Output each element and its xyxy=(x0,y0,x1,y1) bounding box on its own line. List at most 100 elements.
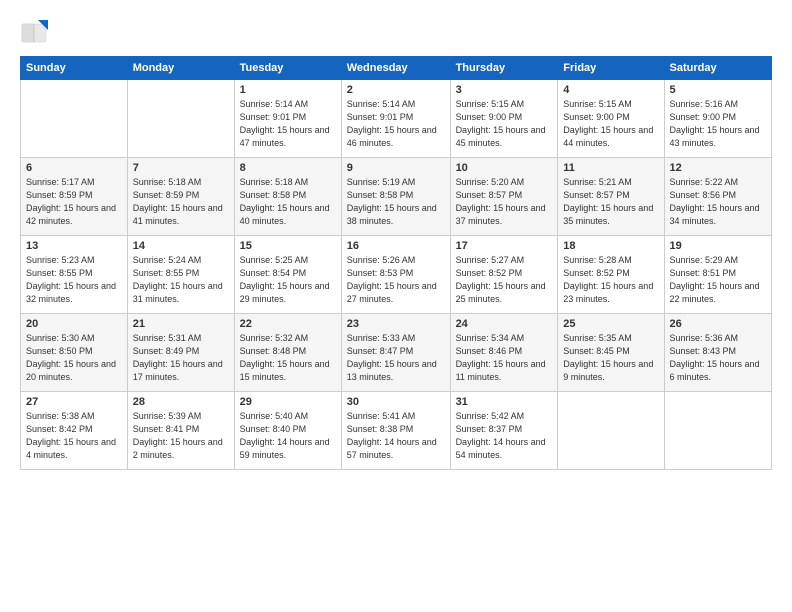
day-cell xyxy=(558,392,664,470)
day-cell: 18 Sunrise: 5:28 AM Sunset: 8:52 PM Dayli… xyxy=(558,236,664,314)
day-cell xyxy=(21,80,128,158)
day-cell: 31 Sunrise: 5:42 AM Sunset: 8:37 PM Dayli… xyxy=(450,392,558,470)
day-info: Sunrise: 5:15 AM Sunset: 9:00 PM Dayligh… xyxy=(456,98,553,150)
day-info: Sunrise: 5:40 AM Sunset: 8:40 PM Dayligh… xyxy=(240,410,336,462)
day-info: Sunrise: 5:31 AM Sunset: 8:49 PM Dayligh… xyxy=(133,332,229,384)
day-number: 10 xyxy=(456,162,553,174)
day-cell: 11 Sunrise: 5:21 AM Sunset: 8:57 PM Dayli… xyxy=(558,158,664,236)
day-info: Sunrise: 5:20 AM Sunset: 8:57 PM Dayligh… xyxy=(456,176,553,228)
day-number: 31 xyxy=(456,396,553,408)
day-cell: 13Sunrise: 5:23 AM Sunset: 8:55 PM Dayli… xyxy=(21,236,128,314)
calendar-page: SundayMondayTuesdayWednesdayThursdayFrid… xyxy=(0,0,792,612)
day-info: Sunrise: 5:36 AM Sunset: 8:43 PM Dayligh… xyxy=(670,332,767,384)
header-monday: Monday xyxy=(127,57,234,80)
day-info: Sunrise: 5:42 AM Sunset: 8:37 PM Dayligh… xyxy=(456,410,553,462)
day-cell: 30Sunrise: 5:41 AM Sunset: 8:38 PM Dayli… xyxy=(341,392,450,470)
day-cell: 5Sunrise: 5:16 AM Sunset: 9:00 PM Daylig… xyxy=(664,80,772,158)
day-number: 27 xyxy=(26,396,122,408)
header-row: SundayMondayTuesdayWednesdayThursdayFrid… xyxy=(21,57,772,80)
page-header xyxy=(20,18,772,46)
day-number: 18 xyxy=(563,240,658,252)
header-sunday: Sunday xyxy=(21,57,128,80)
day-cell: 6 Sunrise: 5:17 AM Sunset: 8:59 PM Daylig… xyxy=(21,158,128,236)
day-number: 28 xyxy=(133,396,229,408)
day-number: 3 xyxy=(456,84,553,96)
day-number: 12 xyxy=(670,162,767,174)
day-cell: 2 Sunrise: 5:14 AM Sunset: 9:01 PM Daylig… xyxy=(341,80,450,158)
day-cell: 9 Sunrise: 5:19 AM Sunset: 8:58 PM Daylig… xyxy=(341,158,450,236)
day-cell: 16Sunrise: 5:26 AM Sunset: 8:53 PM Dayli… xyxy=(341,236,450,314)
day-number: 4 xyxy=(563,84,658,96)
day-info: Sunrise: 5:22 AM Sunset: 8:56 PM Dayligh… xyxy=(670,176,767,228)
day-cell: 7 Sunrise: 5:18 AM Sunset: 8:59 PM Daylig… xyxy=(127,158,234,236)
day-info: Sunrise: 5:29 AM Sunset: 8:51 PM Dayligh… xyxy=(670,254,767,306)
day-cell: 26Sunrise: 5:36 AM Sunset: 8:43 PM Dayli… xyxy=(664,314,772,392)
day-cell: 14Sunrise: 5:24 AM Sunset: 8:55 PM Dayli… xyxy=(127,236,234,314)
day-number: 17 xyxy=(456,240,553,252)
day-number: 14 xyxy=(133,240,229,252)
day-number: 11 xyxy=(563,162,658,174)
day-info: Sunrise: 5:39 AM Sunset: 8:41 PM Dayligh… xyxy=(133,410,229,462)
day-cell: 10 Sunrise: 5:20 AM Sunset: 8:57 PM Dayli… xyxy=(450,158,558,236)
week-row-3: 13Sunrise: 5:23 AM Sunset: 8:55 PM Dayli… xyxy=(21,236,772,314)
header-saturday: Saturday xyxy=(664,57,772,80)
day-number: 21 xyxy=(133,318,229,330)
day-info: Sunrise: 5:35 AM Sunset: 8:45 PM Dayligh… xyxy=(563,332,658,384)
day-info: Sunrise: 5:38 AM Sunset: 8:42 PM Dayligh… xyxy=(26,410,122,462)
day-cell: 15Sunrise: 5:25 AM Sunset: 8:54 PM Dayli… xyxy=(234,236,341,314)
day-info: Sunrise: 5:17 AM Sunset: 8:59 PM Dayligh… xyxy=(26,176,122,228)
header-friday: Friday xyxy=(558,57,664,80)
day-cell: 23 Sunrise: 5:33 AM Sunset: 8:47 PM Dayli… xyxy=(341,314,450,392)
day-cell: 25 Sunrise: 5:35 AM Sunset: 8:45 PM Dayli… xyxy=(558,314,664,392)
day-number: 24 xyxy=(456,318,553,330)
day-cell: 19 Sunrise: 5:29 AM Sunset: 8:51 PM Dayli… xyxy=(664,236,772,314)
day-info: Sunrise: 5:14 AM Sunset: 9:01 PM Dayligh… xyxy=(347,98,445,150)
day-cell: 22 Sunrise: 5:32 AM Sunset: 8:48 PM Dayli… xyxy=(234,314,341,392)
day-info: Sunrise: 5:18 AM Sunset: 8:58 PM Dayligh… xyxy=(240,176,336,228)
day-cell: 4 Sunrise: 5:15 AM Sunset: 9:00 PM Daylig… xyxy=(558,80,664,158)
day-number: 2 xyxy=(347,84,445,96)
day-number: 16 xyxy=(347,240,445,252)
day-number: 9 xyxy=(347,162,445,174)
day-cell xyxy=(664,392,772,470)
day-number: 6 xyxy=(26,162,122,174)
logo xyxy=(20,18,52,46)
day-info: Sunrise: 5:34 AM Sunset: 8:46 PM Dayligh… xyxy=(456,332,553,384)
day-info: Sunrise: 5:15 AM Sunset: 9:00 PM Dayligh… xyxy=(563,98,658,150)
day-number: 20 xyxy=(26,318,122,330)
day-info: Sunrise: 5:30 AM Sunset: 8:50 PM Dayligh… xyxy=(26,332,122,384)
day-number: 7 xyxy=(133,162,229,174)
week-row-5: 27 Sunrise: 5:38 AM Sunset: 8:42 PM Dayli… xyxy=(21,392,772,470)
header-tuesday: Tuesday xyxy=(234,57,341,80)
day-info: Sunrise: 5:32 AM Sunset: 8:48 PM Dayligh… xyxy=(240,332,336,384)
day-info: Sunrise: 5:18 AM Sunset: 8:59 PM Dayligh… xyxy=(133,176,229,228)
calendar-table: SundayMondayTuesdayWednesdayThursdayFrid… xyxy=(20,56,772,470)
day-info: Sunrise: 5:28 AM Sunset: 8:52 PM Dayligh… xyxy=(563,254,658,306)
week-row-1: 1 Sunrise: 5:14 AM Sunset: 9:01 PM Daylig… xyxy=(21,80,772,158)
day-number: 23 xyxy=(347,318,445,330)
logo-icon xyxy=(20,18,48,46)
day-number: 25 xyxy=(563,318,658,330)
day-info: Sunrise: 5:19 AM Sunset: 8:58 PM Dayligh… xyxy=(347,176,445,228)
day-cell: 21 Sunrise: 5:31 AM Sunset: 8:49 PM Dayli… xyxy=(127,314,234,392)
header-thursday: Thursday xyxy=(450,57,558,80)
day-number: 13 xyxy=(26,240,122,252)
day-cell: 20 Sunrise: 5:30 AM Sunset: 8:50 PM Dayli… xyxy=(21,314,128,392)
day-cell: 29 Sunrise: 5:40 AM Sunset: 8:40 PM Dayli… xyxy=(234,392,341,470)
day-cell: 1 Sunrise: 5:14 AM Sunset: 9:01 PM Daylig… xyxy=(234,80,341,158)
day-number: 22 xyxy=(240,318,336,330)
day-cell: 17Sunrise: 5:27 AM Sunset: 8:52 PM Dayli… xyxy=(450,236,558,314)
day-number: 1 xyxy=(240,84,336,96)
day-info: Sunrise: 5:33 AM Sunset: 8:47 PM Dayligh… xyxy=(347,332,445,384)
day-info: Sunrise: 5:21 AM Sunset: 8:57 PM Dayligh… xyxy=(563,176,658,228)
day-number: 8 xyxy=(240,162,336,174)
day-cell xyxy=(127,80,234,158)
day-cell: 8 Sunrise: 5:18 AM Sunset: 8:58 PM Daylig… xyxy=(234,158,341,236)
day-number: 19 xyxy=(670,240,767,252)
day-info: Sunrise: 5:14 AM Sunset: 9:01 PM Dayligh… xyxy=(240,98,336,150)
day-number: 15 xyxy=(240,240,336,252)
day-number: 29 xyxy=(240,396,336,408)
day-cell: 24 Sunrise: 5:34 AM Sunset: 8:46 PM Dayli… xyxy=(450,314,558,392)
header-wednesday: Wednesday xyxy=(341,57,450,80)
week-row-4: 20 Sunrise: 5:30 AM Sunset: 8:50 PM Dayli… xyxy=(21,314,772,392)
